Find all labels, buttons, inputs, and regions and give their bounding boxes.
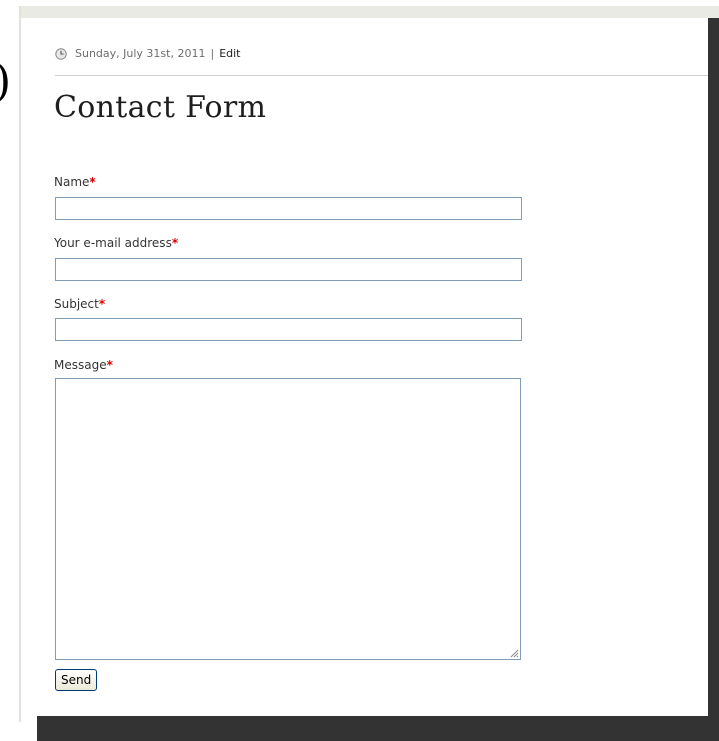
subject-input[interactable] [55,318,522,341]
subject-label-text: Subject [54,297,99,311]
message-label: Message* [54,358,113,372]
page-frame-top [19,6,719,18]
page-shadow-right [708,18,719,741]
required-marker: * [106,358,113,372]
cropped-edge-glyph: ) [0,60,11,104]
post-meta: Sunday, July 31st, 2011 | Edit [55,47,241,60]
edit-link[interactable]: Edit [219,47,240,60]
clock-icon [55,47,67,60]
name-label: Name* [54,175,96,189]
message-label-text: Message [54,358,107,372]
email-input[interactable] [55,258,522,281]
message-textarea[interactable] [55,378,521,660]
subject-label: Subject* [54,297,105,311]
page-shadow-bottom [37,716,719,741]
post-date: Sunday, July 31st, 2011 [75,47,206,60]
email-label-text: Your e-mail address [54,236,172,250]
resize-grip-icon[interactable] [509,648,519,658]
required-marker: * [98,297,106,311]
required-marker: * [171,236,179,250]
name-label-text: Name [54,175,90,189]
send-button[interactable]: Send [55,669,98,691]
name-input[interactable] [55,197,522,220]
meta-separator: | [210,47,215,60]
post-content: Sunday, July 31st, 2011 | Edit Contact F… [21,18,708,721]
email-label: Your e-mail address* [54,236,178,250]
page-title: Contact Form [54,90,267,125]
required-marker: * [89,175,96,189]
meta-divider [55,75,708,76]
